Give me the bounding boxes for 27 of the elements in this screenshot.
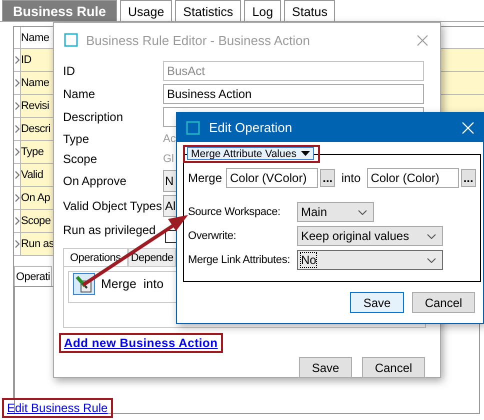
table-cell: Scope bbox=[21, 215, 51, 227]
field-label: Overwrite: bbox=[188, 230, 238, 242]
table-cell: Name bbox=[21, 77, 50, 89]
column-header: Name bbox=[21, 32, 50, 44]
field-label: into bbox=[341, 171, 361, 185]
table-cell: Descri bbox=[21, 123, 50, 135]
table-cell: Valid bbox=[21, 169, 44, 181]
field-value: Gl bbox=[163, 152, 174, 166]
window-title: Business Rule Editor - Business Action bbox=[86, 32, 311, 48]
table-cell: Type bbox=[21, 146, 44, 158]
field-label: ID bbox=[63, 64, 76, 78]
field-label: Type bbox=[63, 130, 90, 147]
field-label: Description bbox=[63, 110, 124, 124]
table-cell: ID bbox=[21, 54, 32, 66]
field-label: Valid Object Types bbox=[63, 199, 163, 213]
field-label: Merge Link Attributes: bbox=[188, 254, 291, 266]
window-title: Edit Operation bbox=[209, 120, 294, 135]
field-label: Scope bbox=[63, 150, 98, 167]
operation-label: Merge into bbox=[101, 277, 164, 291]
field-label: Run as privileged bbox=[63, 223, 157, 237]
table-cell: Revisi bbox=[21, 100, 50, 112]
field-label: Merge bbox=[188, 171, 222, 185]
field-label: Name bbox=[63, 87, 96, 101]
field-value: Ac bbox=[163, 132, 176, 146]
field-label: Source Workspace: bbox=[188, 206, 282, 218]
table-cell: On Ap bbox=[21, 192, 50, 204]
field-label: On Approve bbox=[63, 174, 128, 188]
